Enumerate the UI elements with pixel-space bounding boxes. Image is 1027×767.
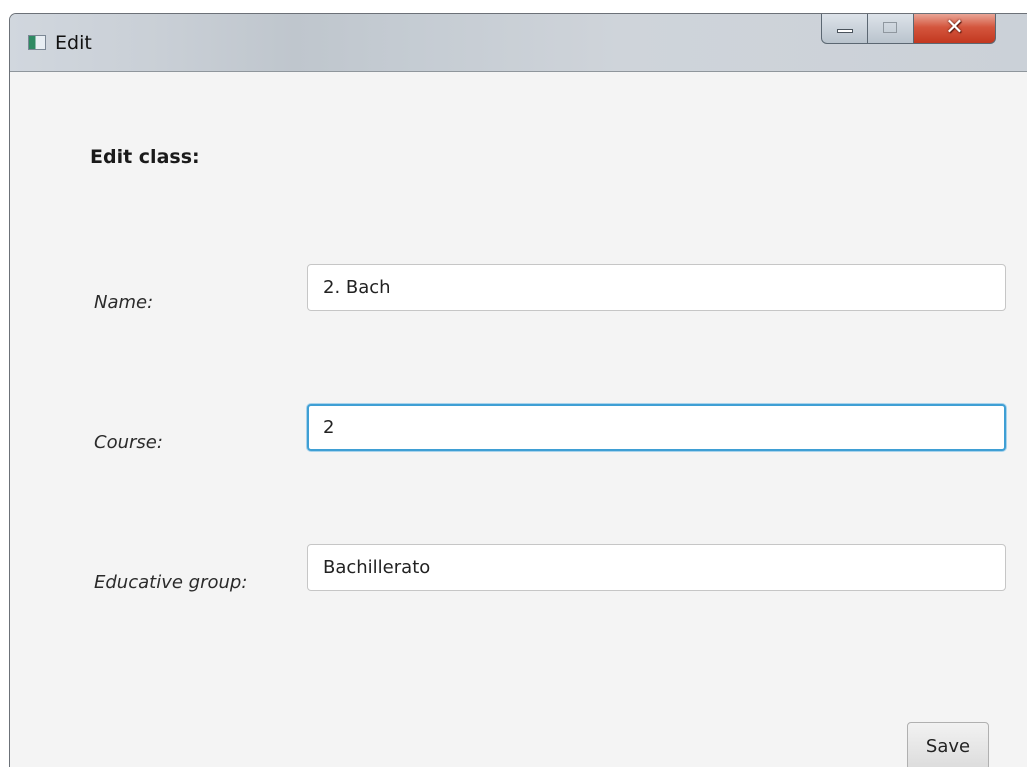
- course-input[interactable]: [307, 404, 1006, 451]
- course-label: Course:: [94, 432, 163, 453]
- minimize-button[interactable]: [821, 14, 868, 44]
- name-label: Name:: [94, 292, 154, 313]
- edit-window: Edit ✕ Edit class: Name: Course: Educati…: [9, 13, 1027, 767]
- save-button[interactable]: Save: [907, 722, 989, 767]
- form-panel: Edit class: Name: Course: Educative grou…: [10, 72, 1027, 767]
- window-controls: ✕: [821, 14, 996, 44]
- form-heading: Edit class:: [90, 146, 200, 168]
- close-icon: ✕: [945, 15, 964, 40]
- minimize-icon: [837, 29, 853, 33]
- app-window-icon: [28, 35, 46, 50]
- title-bar[interactable]: Edit ✕: [10, 14, 1027, 72]
- educative-group-input[interactable]: [307, 544, 1006, 591]
- educative-group-label: Educative group:: [94, 572, 248, 593]
- window-title: Edit: [55, 32, 92, 54]
- close-button[interactable]: ✕: [914, 14, 996, 44]
- maximize-button[interactable]: [868, 14, 914, 44]
- maximize-icon: [883, 22, 897, 33]
- name-input[interactable]: [307, 264, 1006, 311]
